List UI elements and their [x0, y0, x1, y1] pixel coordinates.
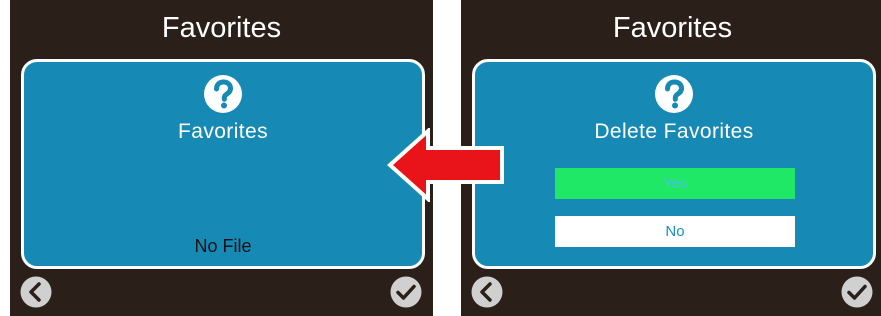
- back-arrow-icon[interactable]: [20, 276, 52, 308]
- question-mark-icon: [204, 75, 242, 113]
- delete-favorites-panel: Delete Favorites Yes No: [472, 59, 876, 269]
- back-arrow-icon[interactable]: [471, 276, 503, 308]
- yes-option[interactable]: Yes: [555, 168, 795, 199]
- screen-title: Favorites: [161, 12, 282, 44]
- checkmark-icon[interactable]: [841, 276, 873, 308]
- right-screen: Favorites Delete Favorites Yes No: [461, 0, 881, 316]
- left-red-arrow-icon: [387, 128, 504, 202]
- screen-title: Favorites: [612, 12, 733, 44]
- no-option[interactable]: No: [555, 216, 795, 247]
- left-screen: Favorites Favorites No File: [10, 0, 433, 316]
- panel-heading: Favorites: [178, 120, 268, 143]
- no-file-message: No File: [194, 236, 252, 256]
- panel-heading: Delete Favorites: [594, 120, 754, 143]
- checkmark-icon[interactable]: [390, 276, 422, 308]
- question-mark-icon: [655, 75, 693, 113]
- favorites-panel: Favorites No File: [21, 59, 425, 269]
